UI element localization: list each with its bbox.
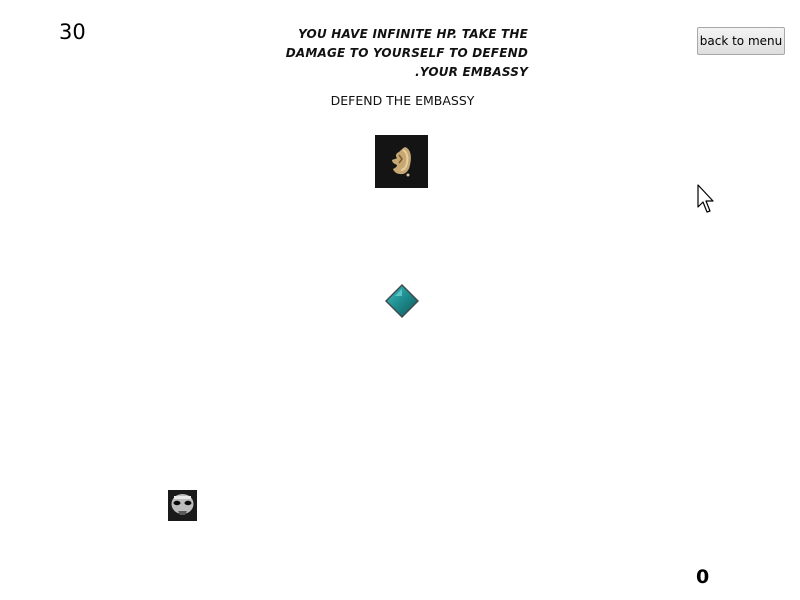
mouse-cursor-icon (697, 184, 714, 213)
instruction-line: DAMAGE TO YOURSELF TO DEFEND (285, 46, 528, 60)
score-counter: 0 (696, 566, 710, 588)
game-stage[interactable]: 30 YOU HAVE INFINITE HP. TAKE THE DAMAGE… (0, 0, 800, 600)
objective-heading: DEFEND THE EMBASSY (330, 93, 475, 108)
instructions-text: YOU HAVE INFINITE HP. TAKE THE DAMAGE TO… (262, 25, 528, 82)
enemy-sprite (375, 135, 428, 188)
instruction-line: .YOUR EMBASSY (415, 65, 528, 79)
embassy-diamond (385, 284, 419, 318)
instruction-line: YOU HAVE INFINITE HP. TAKE THE (298, 27, 528, 41)
back-to-menu-button[interactable]: back to menu (697, 27, 785, 55)
timer-counter: 30 (59, 20, 86, 44)
player-sprite (168, 490, 197, 521)
